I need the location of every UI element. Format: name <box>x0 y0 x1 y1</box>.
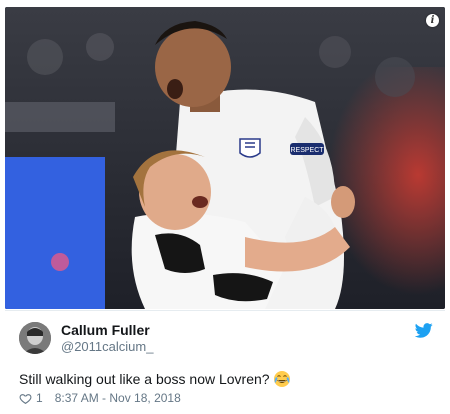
celebration-photo-illustration: RESPECT <box>5 7 445 309</box>
heart-icon[interactable] <box>19 392 32 405</box>
embedded-tweet-card: RESPECT i Callum Fuller @2011calcium_ St… <box>0 0 450 414</box>
divider <box>5 310 445 311</box>
tweet-text-content: Still walking out like a boss now Lovren… <box>19 371 270 387</box>
twitter-bird-icon[interactable] <box>415 323 433 338</box>
avatar-image <box>19 322 51 354</box>
tweet-text: Still walking out like a boss now Lovren… <box>19 370 291 388</box>
tweet-timestamp[interactable]: 8:37 AM - Nov 18, 2018 <box>55 391 181 405</box>
face-with-tears-of-joy-icon <box>273 371 290 387</box>
info-icon[interactable]: i <box>426 14 439 27</box>
author-name[interactable]: Callum Fuller <box>61 322 150 338</box>
avatar[interactable] <box>19 322 51 354</box>
author-handle[interactable]: @2011calcium_ <box>61 339 153 354</box>
tweet-meta: 1 8:37 AM - Nov 18, 2018 <box>19 391 181 405</box>
like-count[interactable]: 1 <box>36 391 43 405</box>
tweet-photo[interactable]: RESPECT i <box>5 7 445 309</box>
sleeve-sponsor-label: RESPECT <box>290 147 324 154</box>
